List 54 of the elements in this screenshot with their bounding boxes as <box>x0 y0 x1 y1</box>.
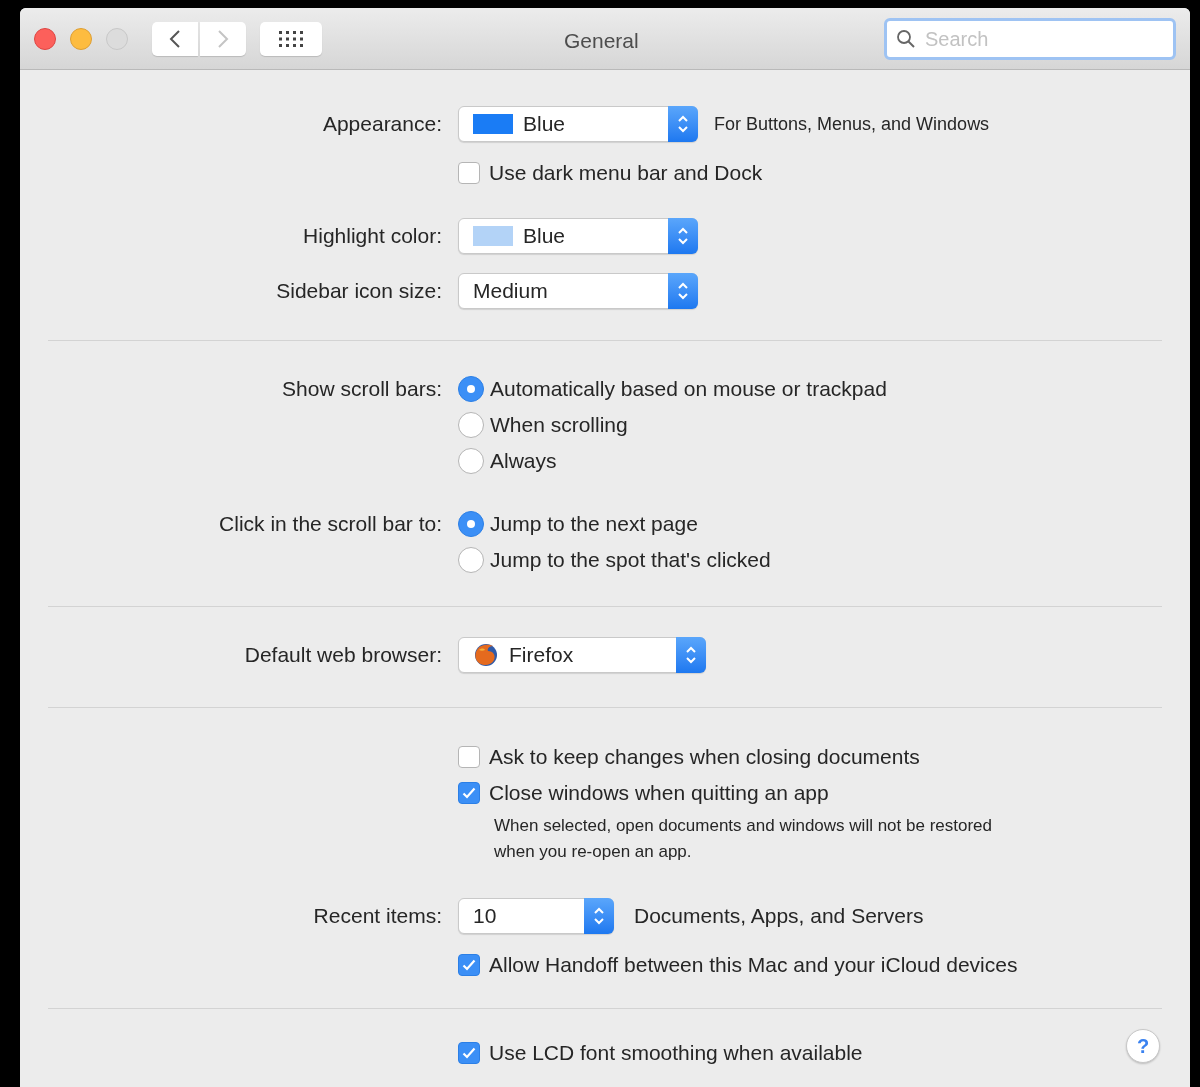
checkbox-label[interactable]: Close windows when quitting an app <box>489 777 829 809</box>
popup-button[interactable]: Medium <box>458 273 698 309</box>
checkbox[interactable] <box>458 162 480 184</box>
chevron-left-icon <box>169 28 181 49</box>
description-text: For Buttons, Menus, and Windows <box>714 112 990 136</box>
checkbox-label[interactable]: Use LCD font smoothing when available <box>489 1037 863 1069</box>
checkbox[interactable] <box>458 954 480 976</box>
radio-label[interactable]: Jump to the next page <box>490 508 698 540</box>
close-button[interactable] <box>34 27 56 50</box>
popup-button[interactable]: Firefox <box>458 637 706 673</box>
minimize-button[interactable] <box>70 27 92 50</box>
radio-label[interactable]: When scrolling <box>490 409 628 441</box>
back-button[interactable] <box>152 21 198 56</box>
stepper-arrows-icon <box>685 645 697 665</box>
help-text: When selected, open documents and windows will not be restored when you re-open an app. <box>493 815 993 863</box>
radio-label[interactable]: Always <box>490 445 557 477</box>
radio-label[interactable]: Jump to the spot that's clicked <box>490 544 771 576</box>
field-label: Sidebar icon size: <box>276 278 442 305</box>
stepper-arrows-icon <box>677 281 689 301</box>
stepper-arrows-icon <box>677 226 689 246</box>
field-label: Highlight color: <box>303 223 442 250</box>
help-button[interactable]: ? <box>1126 1029 1160 1063</box>
popup-button[interactable]: Blue <box>458 218 698 254</box>
field-label: Show scroll bars: <box>282 376 442 403</box>
show-all-button[interactable] <box>260 21 322 56</box>
field-label: Click in the scroll bar to: <box>219 511 442 538</box>
checkbox[interactable] <box>458 746 480 768</box>
stepper-arrows-icon <box>677 114 689 134</box>
checkmark-icon <box>462 1047 476 1059</box>
field-label: Recent items: <box>313 903 442 930</box>
checkbox-label[interactable]: Ask to keep changes when closing documents <box>489 741 920 773</box>
stepper-arrows-icon <box>593 906 605 926</box>
checkbox-label[interactable]: Allow Handoff between this Mac and your iCloud devices <box>489 949 1018 981</box>
checkmark-icon <box>462 959 476 971</box>
radio-button[interactable] <box>458 412 484 438</box>
checkbox[interactable] <box>458 1042 480 1064</box>
checkbox[interactable] <box>458 782 480 804</box>
search-icon <box>896 29 916 49</box>
checkbox-label[interactable]: Use dark menu bar and Dock <box>489 157 763 189</box>
window-title: General <box>564 28 639 54</box>
checkmark-icon <box>462 787 476 799</box>
radio-button[interactable] <box>458 448 484 474</box>
popup-button[interactable]: 10 <box>458 898 614 934</box>
radio-button[interactable] <box>458 511 484 537</box>
radio-button[interactable] <box>458 376 484 402</box>
field-label: Default web browser: <box>244 642 442 669</box>
popup-button[interactable]: Blue <box>458 106 698 142</box>
field-label: Appearance: <box>322 111 442 138</box>
grid-icon <box>278 29 304 48</box>
description-text: Documents, Apps, and Servers <box>634 903 924 930</box>
search-field[interactable]: Search <box>884 18 1176 60</box>
radio-button[interactable] <box>458 547 484 573</box>
radio-label[interactable]: Automatically based on mouse or trackpad <box>490 373 887 405</box>
chevron-right-icon <box>217 28 229 49</box>
